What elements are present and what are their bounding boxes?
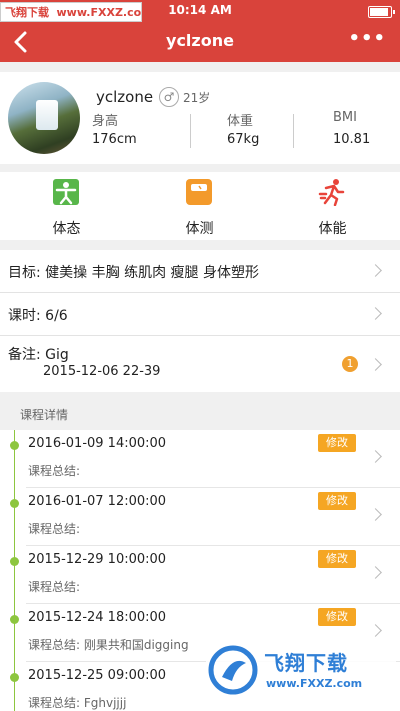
weight-value: 67kg	[227, 132, 260, 147]
entry-date: 2015-12-25 09:00:00	[28, 668, 167, 683]
lessons-text: 课时: 6/6	[8, 308, 68, 324]
page-title: yclzone	[166, 31, 234, 50]
goal-text: 目标: 健美操 丰胸 练肌肉 瘦腿 身体塑形	[8, 265, 259, 281]
chevron-right-icon	[369, 307, 382, 320]
section-header: 课程详情	[0, 396, 400, 430]
profile-card: yclzone ♂ 21岁 身高 176cm 体重 67kg BMI 10.81	[0, 72, 400, 164]
list-item[interactable]: 2016-01-07 12:00:00 课程总结: 修改	[0, 488, 400, 546]
chevron-right-icon	[369, 358, 382, 371]
note-row[interactable]: 备注: Gig 2015-12-06 22-39 1	[0, 336, 400, 392]
entry-date: 2016-01-07 12:00:00	[28, 494, 167, 509]
chevron-right-icon	[369, 566, 382, 579]
entry-summary: 课程总结: 刚果共和国digging	[28, 638, 189, 652]
timeline-dot	[10, 615, 19, 624]
bmi-value: 10.81	[333, 132, 371, 147]
divider	[190, 114, 191, 148]
watermark-url: www.FXXZ.com	[266, 677, 363, 690]
timeline-dot	[10, 557, 19, 566]
edit-button[interactable]: 修改	[318, 434, 356, 452]
height-value: 176cm	[92, 132, 137, 147]
status-time: 10:14 AM	[168, 3, 232, 17]
entry-summary: 课程总结:	[28, 464, 81, 478]
timeline-dot	[10, 499, 19, 508]
chevron-right-icon	[369, 450, 382, 463]
timeline-dot	[10, 441, 19, 450]
entry-summary: 课程总结: Fghvjjjj	[28, 696, 127, 710]
entry-summary: 课程总结:	[28, 522, 81, 536]
scale-icon	[186, 179, 212, 205]
category-tabs: 体态 体测 体能	[0, 172, 400, 240]
username: yclzone	[96, 88, 154, 106]
bmi-label: BMI	[333, 110, 357, 125]
avatar[interactable]	[8, 82, 80, 154]
lessons-row[interactable]: 课时: 6/6	[0, 293, 400, 336]
goal-row[interactable]: 目标: 健美操 丰胸 练肌肉 瘦腿 身体塑形	[0, 250, 400, 293]
nav-bar: yclzone •••	[0, 22, 400, 62]
watermark-bottom: 飞翔下载 www.FXXZ.com	[206, 641, 396, 699]
chevron-right-icon	[369, 624, 382, 637]
height-label: 身高	[92, 114, 119, 129]
age-label: 21岁	[183, 91, 211, 105]
note-date: 2015-12-06 22-39	[43, 364, 161, 379]
list-item[interactable]: 2015-12-29 10:00:00 课程总结: 修改	[0, 546, 400, 604]
entry-summary: 课程总结:	[28, 580, 81, 594]
tab-label: 体能	[318, 221, 347, 237]
notification-badge: 1	[342, 356, 358, 372]
divider	[293, 114, 294, 148]
note-text: 备注: Gig	[8, 347, 69, 363]
battery-icon	[368, 6, 395, 18]
chevron-right-icon	[369, 508, 382, 521]
list-item[interactable]: 2016-01-09 14:00:00 课程总结: 修改	[0, 430, 400, 488]
watermark-brand: 飞翔下载	[264, 651, 348, 675]
tab-posture[interactable]: 体态	[0, 172, 133, 240]
edit-button[interactable]: 修改	[318, 550, 356, 568]
chevron-right-icon	[369, 264, 382, 277]
entry-date: 2015-12-29 10:00:00	[28, 552, 167, 567]
weight-label: 体重	[227, 114, 254, 129]
status-bar: 飞翔下载 www.FXXZ.com 10:14 AM	[0, 0, 400, 22]
entry-date: 2015-12-24 18:00:00	[28, 610, 167, 625]
entry-date: 2016-01-09 14:00:00	[28, 436, 167, 451]
timeline-dot	[10, 673, 19, 682]
edit-button[interactable]: 修改	[318, 608, 356, 626]
tab-label: 体测	[185, 221, 214, 237]
more-menu-icon[interactable]: •••	[348, 28, 386, 49]
section-title: 课程详情	[20, 408, 69, 422]
tab-label: 体态	[52, 221, 81, 237]
info-rows: 目标: 健美操 丰胸 练肌肉 瘦腿 身体塑形 课时: 6/6 备注: Gig 2…	[0, 250, 400, 392]
fxxz-logo-icon	[208, 645, 258, 695]
edit-button[interactable]: 修改	[318, 492, 356, 510]
tab-body-test[interactable]: 体测	[133, 172, 266, 240]
posture-icon	[53, 179, 79, 205]
running-icon	[318, 179, 345, 206]
tab-fitness[interactable]: 体能	[266, 172, 399, 240]
male-icon: ♂	[159, 87, 179, 107]
